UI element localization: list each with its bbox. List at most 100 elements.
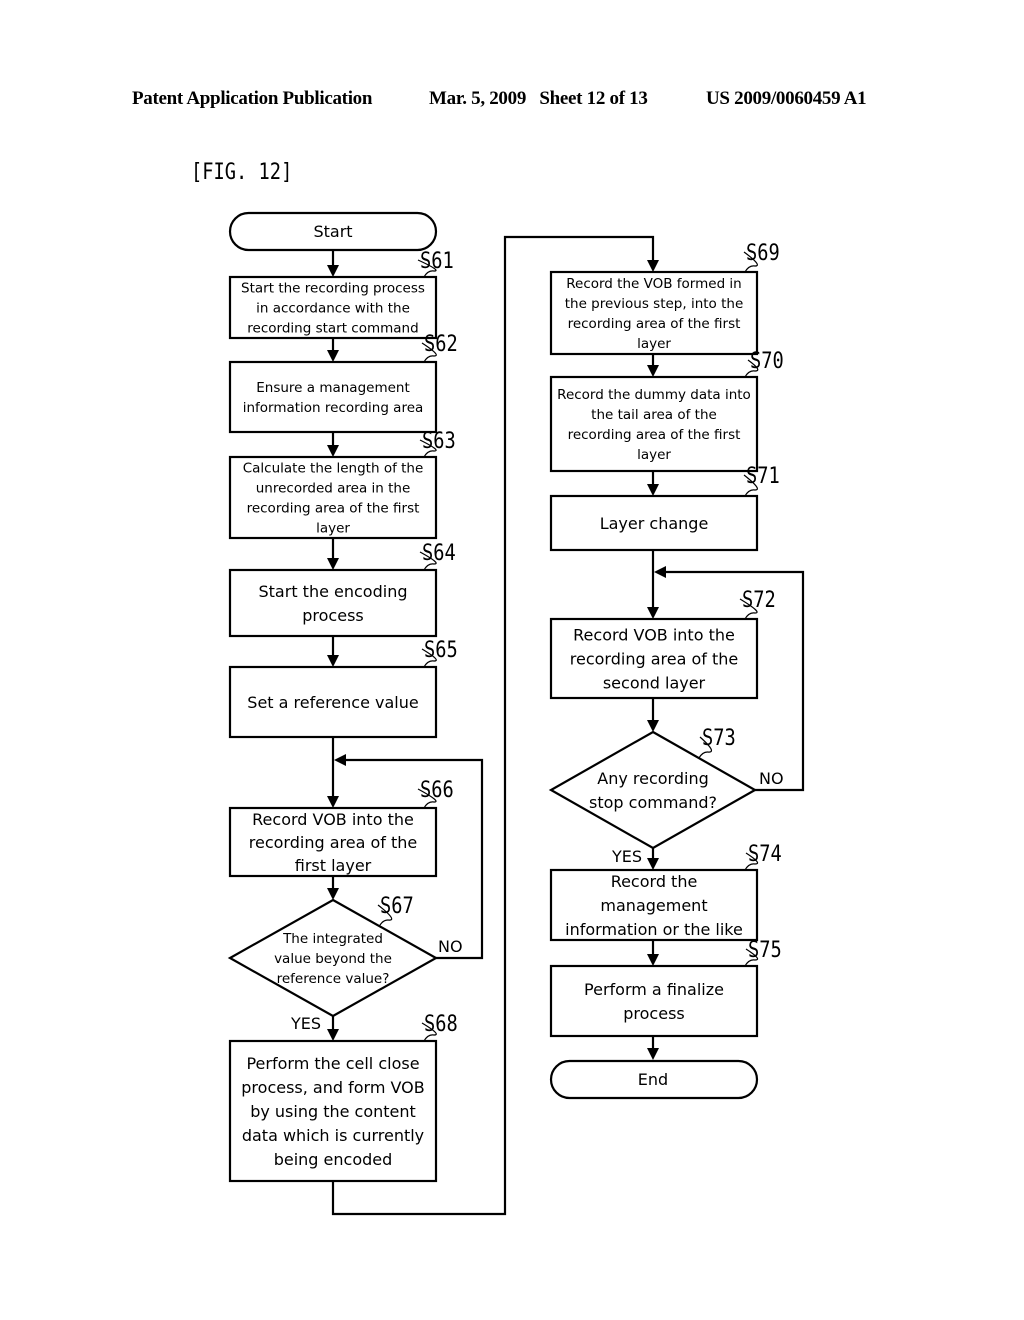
arrowhead [647,720,659,732]
step-id-label: S73 [702,725,736,751]
steps: Start the recording process in accordance… [227,240,784,1183]
arrowhead [327,445,339,457]
s73-yes-label: YES [611,847,642,866]
step-text-line: recording area of the first [568,427,741,443]
step-s68: Perform the cell close process, and form … [228,1011,458,1183]
step-text-line: recording area of the [570,650,738,669]
start-label: Start [313,222,352,241]
step-id-label: S69 [746,240,780,266]
step-text-line: Record VOB into the [573,626,735,645]
step-s71: Layer change S71 [549,463,780,552]
step-text-line: recording start command [247,321,418,337]
s67-yes-label: YES [290,1014,321,1033]
step-text-line: Any recording [597,769,709,788]
step-text-line: process [302,606,363,625]
step-text-line: Record the dummy data into [557,387,751,403]
arrowhead [647,484,659,496]
step-id-label: S61 [420,248,454,274]
step-text-line: Record VOB into the [252,810,414,829]
step-text-line: process, and form VOB [241,1078,424,1097]
arrowhead [647,954,659,966]
step-id-label: S62 [424,331,458,357]
step-text-line: recording area of the first [247,501,420,517]
step-text-line: being encoded [274,1150,393,1169]
process-box [228,568,438,638]
step-id-label: S64 [422,540,456,566]
process-box [549,964,759,1038]
step-id-label: S74 [748,841,782,867]
step-text-line: Layer change [600,514,709,533]
process-box [228,360,438,434]
step-id-label: S75 [748,937,782,963]
step-id-label: S63 [422,428,456,454]
step-text-line: layer [637,336,671,352]
step-text-line: Calculate the length of the [243,461,424,477]
arrowhead [327,1029,339,1041]
s67-no-label: NO [438,937,463,956]
step-id-label: S71 [746,463,780,489]
step-s65: Set a reference value S65 [228,637,458,739]
arrowhead [327,350,339,362]
end-terminator: End [549,1059,759,1100]
step-text-line: in accordance with the [256,301,410,317]
step-id-label: S67 [380,893,414,919]
step-text-line: first layer [295,856,372,875]
step-s70: Record the dummy data into the tail area … [549,348,784,473]
step-text-line: Start the recording process [241,281,425,297]
step-text-line: Start the encoding [259,582,408,601]
arrowhead [327,655,339,667]
step-text-line: layer [316,521,350,537]
step-s66: Record VOB into the recording area of the… [228,777,454,878]
step-id-label: S65 [424,637,458,663]
step-text-line: layer [637,447,671,463]
arrowhead [327,265,339,277]
arrowhead [654,566,666,578]
arrowhead [647,858,659,870]
start-terminator: Start [228,211,438,252]
step-id-label: S68 [424,1011,458,1037]
step-text-line: information or the like [565,920,743,939]
step-text-line: the previous step, into the [565,296,744,312]
step-id-label: S72 [742,587,776,613]
step-text-line: Ensure a management [256,380,410,396]
arrowhead [327,796,339,808]
arrowhead [647,365,659,377]
arrowhead [327,888,339,900]
step-text-line: Perform the cell close [246,1054,419,1073]
arrowhead [647,260,659,272]
step-text-line: process [623,1004,684,1023]
step-text-line: Record the [611,872,698,891]
step-s62: Ensure a management information recording… [228,331,458,434]
end-label: End [638,1070,668,1089]
step-s67: The integrated value beyond the reference … [227,893,439,1018]
flowchart: Start End Start the recording process in … [227,211,805,1216]
step-text-line: value beyond the [274,951,392,967]
step-text-line: by using the content [250,1102,416,1121]
step-text-line: unrecorded area in the [256,481,411,497]
step-id-label: S66 [420,777,454,803]
arrowhead [327,558,339,570]
step-text-line: recording area of the first [568,316,741,332]
step-text-line: information recording area [243,400,424,416]
arrowhead [647,1048,659,1060]
arrowhead [647,607,659,619]
step-text-line: data which is currently [242,1126,424,1145]
step-s72: Record VOB into the recording area of the… [549,587,776,700]
step-text-line: the tail area of the [591,407,717,423]
step-text-line: management [600,896,707,915]
step-s74: Record the management information or the l… [549,841,782,942]
step-text-line: Perform a finalize [584,980,724,999]
step-id-label: S70 [750,348,784,374]
step-text-line: second layer [603,674,706,693]
step-text-line: reference value? [277,971,390,987]
step-text-line: The integrated [282,931,383,947]
s73-no-label: NO [759,769,784,788]
step-text-line: Set a reference value [247,693,418,712]
step-s75: Perform a finalize process S75 [549,937,782,1038]
step-text-line: recording area of the [249,833,417,852]
step-s69: Record the VOB formed in the previous ste… [549,240,780,356]
step-s63: Calculate the length of the unrecorded ar… [228,428,456,540]
step-text-line: Record the VOB formed in [566,276,742,292]
step-s64: Start the encoding process S64 [228,540,456,638]
step-s73: Any recording stop command? S73 [548,725,758,850]
